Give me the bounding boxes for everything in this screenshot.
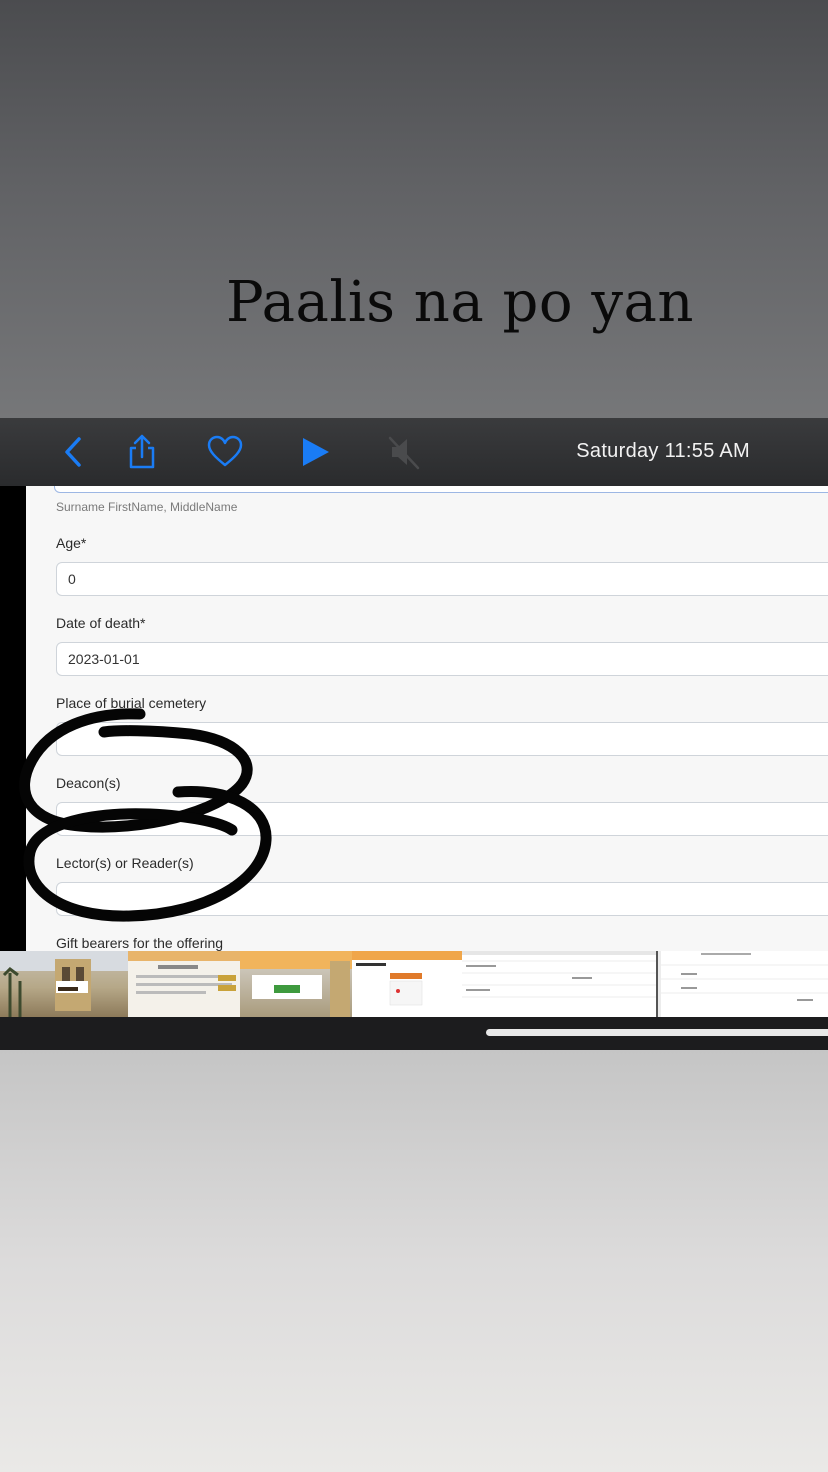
story-background-top [0, 0, 828, 418]
thumbnail-strip[interactable] [0, 951, 828, 1017]
play-icon[interactable] [298, 434, 334, 470]
share-icon[interactable] [124, 434, 160, 470]
gift-bearers-label: Gift bearers for the offering [56, 935, 224, 951]
burial-place-label: Place of burial cemetery [56, 695, 207, 711]
muted-speaker-icon[interactable] [386, 434, 422, 470]
date-time-label: Saturday 11:55 AM [576, 440, 750, 462]
deacon-input[interactable] [56, 802, 828, 836]
back-chevron-icon[interactable] [56, 434, 92, 470]
thumbnail-table-page[interactable] [462, 951, 658, 1017]
name-input[interactable] [54, 486, 828, 493]
thumbnail-form-page[interactable] [128, 951, 240, 1017]
burial-place-input[interactable] [56, 722, 828, 756]
photo-toolbar: Saturday 11:55 AM [0, 418, 828, 486]
story-caption: Paalis na po yan [225, 270, 694, 335]
age-label: Age* [56, 535, 87, 551]
lector-label: Lector(s) or Reader(s) [56, 855, 194, 871]
thumbnail-scrollbar[interactable] [486, 1029, 828, 1036]
thumbnail-selected-page[interactable] [656, 951, 828, 1017]
date-of-death-label: Date of death* [56, 615, 146, 631]
photo-viewer: Saturday 11:55 AM Surname FirstName, Mid… [0, 418, 828, 1050]
age-input[interactable]: 0 [56, 562, 828, 596]
date-of-death-input[interactable]: 2023-01-01 [56, 642, 828, 676]
deacon-label: Deacon(s) [56, 775, 121, 791]
lector-input[interactable] [56, 882, 828, 916]
form-screenshot: Surname FirstName, MiddleName Age* 0 Dat… [26, 486, 828, 951]
story-background-bottom [0, 1050, 828, 1472]
name-helper-text: Surname FirstName, MiddleName [56, 500, 238, 514]
screen-left-edge [0, 486, 26, 951]
thumbnail-building-photo[interactable] [0, 951, 128, 1017]
thumbnail-appointment-page[interactable] [352, 951, 462, 1017]
thumbnail-building-photo-2[interactable] [240, 951, 352, 1017]
heart-icon[interactable] [207, 434, 243, 470]
